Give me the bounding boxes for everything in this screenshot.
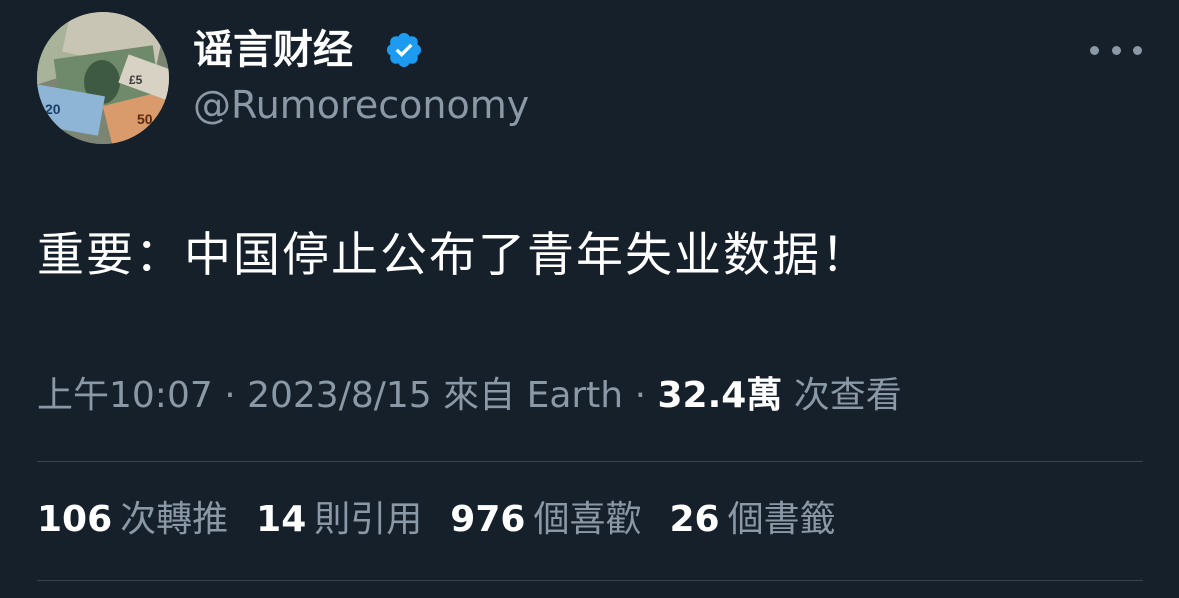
tweet-source: 來自 Earth <box>431 375 624 416</box>
svg-text:20: 20 <box>45 101 61 117</box>
user-handle[interactable]: @Rumoreconomy <box>193 82 529 128</box>
avatar[interactable]: 20 50 £5 <box>37 12 169 144</box>
views-count: 32.4萬 <box>657 375 783 416</box>
svg-text:50: 50 <box>137 111 153 127</box>
meta-separator: · <box>623 375 658 416</box>
verified-badge-icon <box>386 32 422 68</box>
likes-count: 976 <box>450 499 526 540</box>
bookmarks-stat[interactable]: 26 個書籤 <box>669 496 835 544</box>
display-name[interactable]: 谣言财经 <box>193 26 353 74</box>
retweets-stat[interactable]: 106 次轉推 <box>37 496 228 544</box>
bookmarks-label: 個書籤 <box>727 499 836 540</box>
views-label: 次查看 <box>782 375 902 416</box>
tweet-date[interactable]: 2023/8/15 <box>247 375 432 416</box>
quotes-label: 則引用 <box>314 499 423 540</box>
bookmarks-count: 26 <box>669 499 720 540</box>
more-options-icon[interactable] <box>1090 34 1142 66</box>
engagement-stats: 106 次轉推 14 則引用 976 個喜歡 26 個書籤 <box>37 496 836 544</box>
likes-stat[interactable]: 976 個喜歡 <box>450 496 641 544</box>
tweet-time[interactable]: 上午10:07 <box>37 375 213 416</box>
divider <box>37 461 1143 462</box>
quotes-count: 14 <box>256 499 307 540</box>
svg-text:£5: £5 <box>129 73 143 87</box>
divider <box>37 580 1143 581</box>
quotes-stat[interactable]: 14 則引用 <box>256 496 422 544</box>
meta-separator: · <box>212 375 248 416</box>
tweet-text: 重要：中国停止公布了青年失业数据！ <box>37 228 870 283</box>
retweets-count: 106 <box>37 499 113 540</box>
retweets-label: 次轉推 <box>120 499 229 540</box>
currency-banknotes-avatar: 20 50 £5 <box>37 12 169 144</box>
tweet-metadata: 上午10:07 · 2023/8/15 來自 Earth · 32.4萬 次查看 <box>37 372 902 420</box>
likes-label: 個喜歡 <box>533 499 642 540</box>
